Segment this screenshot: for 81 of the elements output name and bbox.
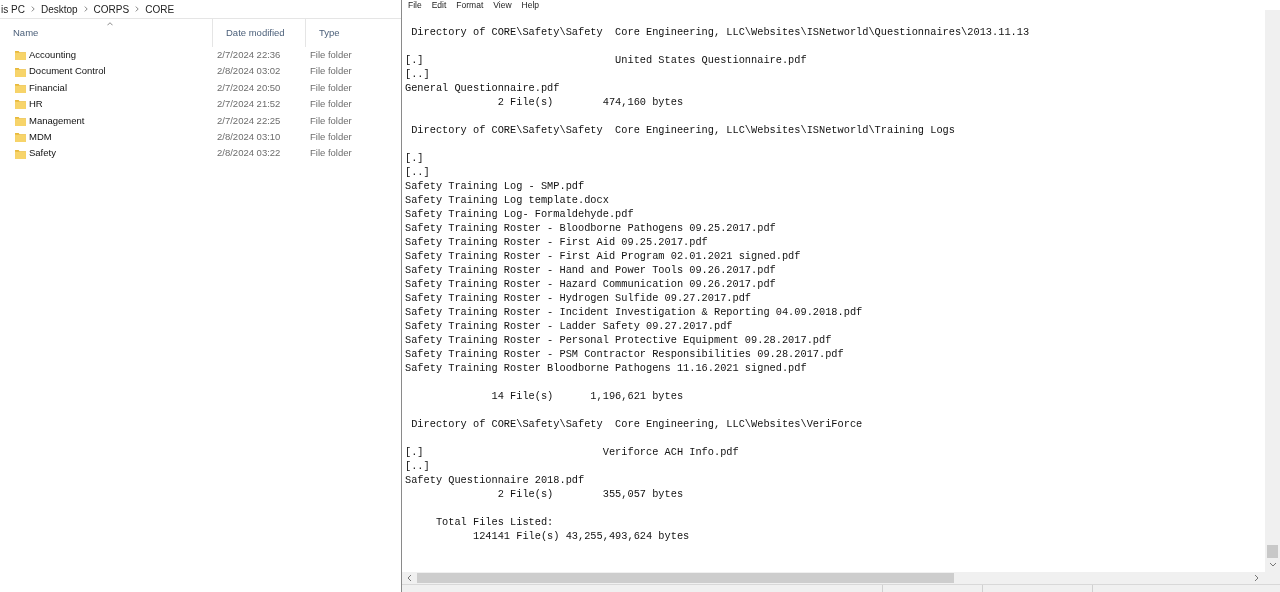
- folder-icon: [15, 66, 26, 77]
- text-line: Directory of CORE\Safety\Safety Core Engineering, LLC\Websites\VeriForce: [410, 417, 863, 431]
- folder-icon: [15, 82, 26, 93]
- folder-icon: [15, 148, 26, 159]
- column-header[interactable]: Name: [0, 19, 212, 47]
- date-cell-text: 2/8/2024 03:10: [216, 130, 282, 144]
- vertical-scrollbar[interactable]: [1265, 10, 1280, 572]
- type-cell-text: File folder: [309, 48, 353, 63]
- text-line: Total Files Listed:: [434, 515, 554, 529]
- text-line: Directory of CORE\Safety\Safety Core Engineering, LLC\Websites\ISNetworld\Training Logs: [410, 123, 955, 137]
- folder-icon: [15, 50, 26, 61]
- text-line: Directory of CORE\Safety\Safety Core Engineering, LLC\Websites\ISNetworld\Questionnaires\2013.11.13: [410, 25, 1030, 39]
- text-line: Safety Training Roster - Ladder Safety 09.27.2017.pdf: [405, 319, 733, 333]
- breadcrumb-item[interactable]: is PC: [1, 1, 25, 17]
- folder-name[interactable]: Safety: [29, 146, 56, 161]
- date-cell-text: 2/7/2024 21:52: [216, 97, 282, 112]
- column-header[interactable]: Type: [305, 19, 395, 47]
- scroll-left-icon[interactable]: [406, 574, 412, 582]
- text-line: [..]: [405, 67, 430, 81]
- text-line: Safety Training Roster - Incident Investigation & Reporting 04.09.2018.pdf: [405, 305, 863, 319]
- folder-icon: [15, 132, 26, 143]
- text-line: Safety Questionnaire 2018.pdf: [405, 473, 585, 487]
- text-line: Safety Training Log - SMP.pdf: [405, 179, 585, 193]
- sort-caret-icon: [107, 22, 113, 26]
- text-line: [.] United States Questionnaire.pdf: [405, 53, 807, 67]
- scroll-down-icon[interactable]: [1268, 562, 1277, 568]
- chevron-icon: [135, 6, 140, 12]
- scroll-right-icon[interactable]: [1254, 574, 1260, 582]
- text-line: [..]: [405, 165, 430, 179]
- column-header[interactable]: Date modified: [212, 19, 305, 47]
- text-line: Safety Training Roster - Hydrogen Sulfide 09.27.2017.pdf: [405, 291, 752, 305]
- folder-icon: [15, 99, 26, 110]
- chevron-icon: [83, 6, 88, 12]
- type-cell-text: File folder: [309, 97, 353, 112]
- text-line: Safety Training Roster - First Aid 09.25.2017.pdf: [405, 235, 708, 249]
- type-cell-text: File folder: [309, 130, 353, 144]
- text-line: Safety Training Roster - Personal Protective Equipment 09.28.2017.pdf: [405, 333, 832, 347]
- text-line: 2 File(s) 474,160 bytes: [496, 95, 684, 109]
- text-line: [..]: [405, 459, 430, 473]
- text-line: 2 File(s) 355,057 bytes: [496, 487, 684, 501]
- text-line: Safety Training Log- Formaldehyde.pdf: [405, 207, 634, 221]
- folder-name[interactable]: Document Control: [29, 64, 106, 79]
- date-cell-text: 2/8/2024 03:22: [216, 146, 282, 161]
- breadcrumb-item[interactable]: CORE: [145, 1, 175, 17]
- type-cell-text: File folder: [309, 80, 353, 95]
- text-line: Safety Training Roster - PSM Contractor Responsibilities 09.28.2017.pdf: [405, 347, 844, 361]
- folder-icon: [15, 115, 26, 126]
- text-line: Safety Training Roster - Bloodborne Pathogens 09.25.2017.pdf: [405, 221, 776, 235]
- text-line: 14 File(s) 1,196,621 bytes: [490, 389, 684, 403]
- type-cell-text: File folder: [309, 113, 353, 128]
- text-line: Safety Training Roster - First Aid Program 02.01.2021 signed.pdf: [405, 249, 801, 263]
- text-line: [.] Veriforce ACH Info.pdf: [405, 445, 739, 459]
- date-cell-text: 2/7/2024 20:50: [216, 80, 282, 95]
- text-line: Safety Training Roster - Hazard Communication 09.26.2017.pdf: [405, 277, 776, 291]
- type-cell-text: File folder: [309, 64, 353, 79]
- menu-item[interactable]: Format: [456, 0, 484, 11]
- text-line: Safety Training Roster - Hand and Power Tools 09.26.2017.pdf: [405, 263, 776, 277]
- folder-name[interactable]: Financial: [29, 80, 68, 96]
- folder-name[interactable]: MDM: [29, 130, 52, 145]
- text-line: General Questionnaire.pdf: [405, 81, 560, 95]
- chevron-icon: [30, 6, 35, 12]
- scroll-thumb[interactable]: [1267, 545, 1278, 558]
- menu-item[interactable]: Edit: [431, 0, 447, 11]
- type-cell-text: File folder: [309, 146, 353, 161]
- scroll-thumb[interactable]: [417, 573, 954, 583]
- folder-name[interactable]: Accounting: [29, 48, 76, 63]
- text-line: [.]: [405, 151, 424, 165]
- folder-name[interactable]: HR: [29, 97, 43, 112]
- menu-item[interactable]: Help: [521, 0, 540, 11]
- horizontal-scrollbar[interactable]: [402, 572, 1280, 584]
- text-line: Safety Training Roster Bloodborne Pathogens 11.16.2021 signed.pdf: [405, 361, 807, 375]
- date-cell-text: 2/7/2024 22:25: [216, 113, 282, 128]
- date-cell-text: 2/7/2024 22:36: [216, 48, 282, 63]
- breadcrumb-item[interactable]: Desktop: [40, 1, 78, 17]
- menu-item[interactable]: View: [493, 0, 512, 11]
- text-line: 124141 File(s) 43,255,493,624 bytes: [471, 529, 690, 543]
- date-cell-text: 2/8/2024 03:02: [216, 64, 282, 79]
- menu-item[interactable]: File: [408, 0, 422, 11]
- breadcrumb-item[interactable]: CORPS: [93, 1, 130, 17]
- text-line: Safety Training Log template.docx: [405, 193, 609, 207]
- folder-name[interactable]: Management: [29, 113, 85, 128]
